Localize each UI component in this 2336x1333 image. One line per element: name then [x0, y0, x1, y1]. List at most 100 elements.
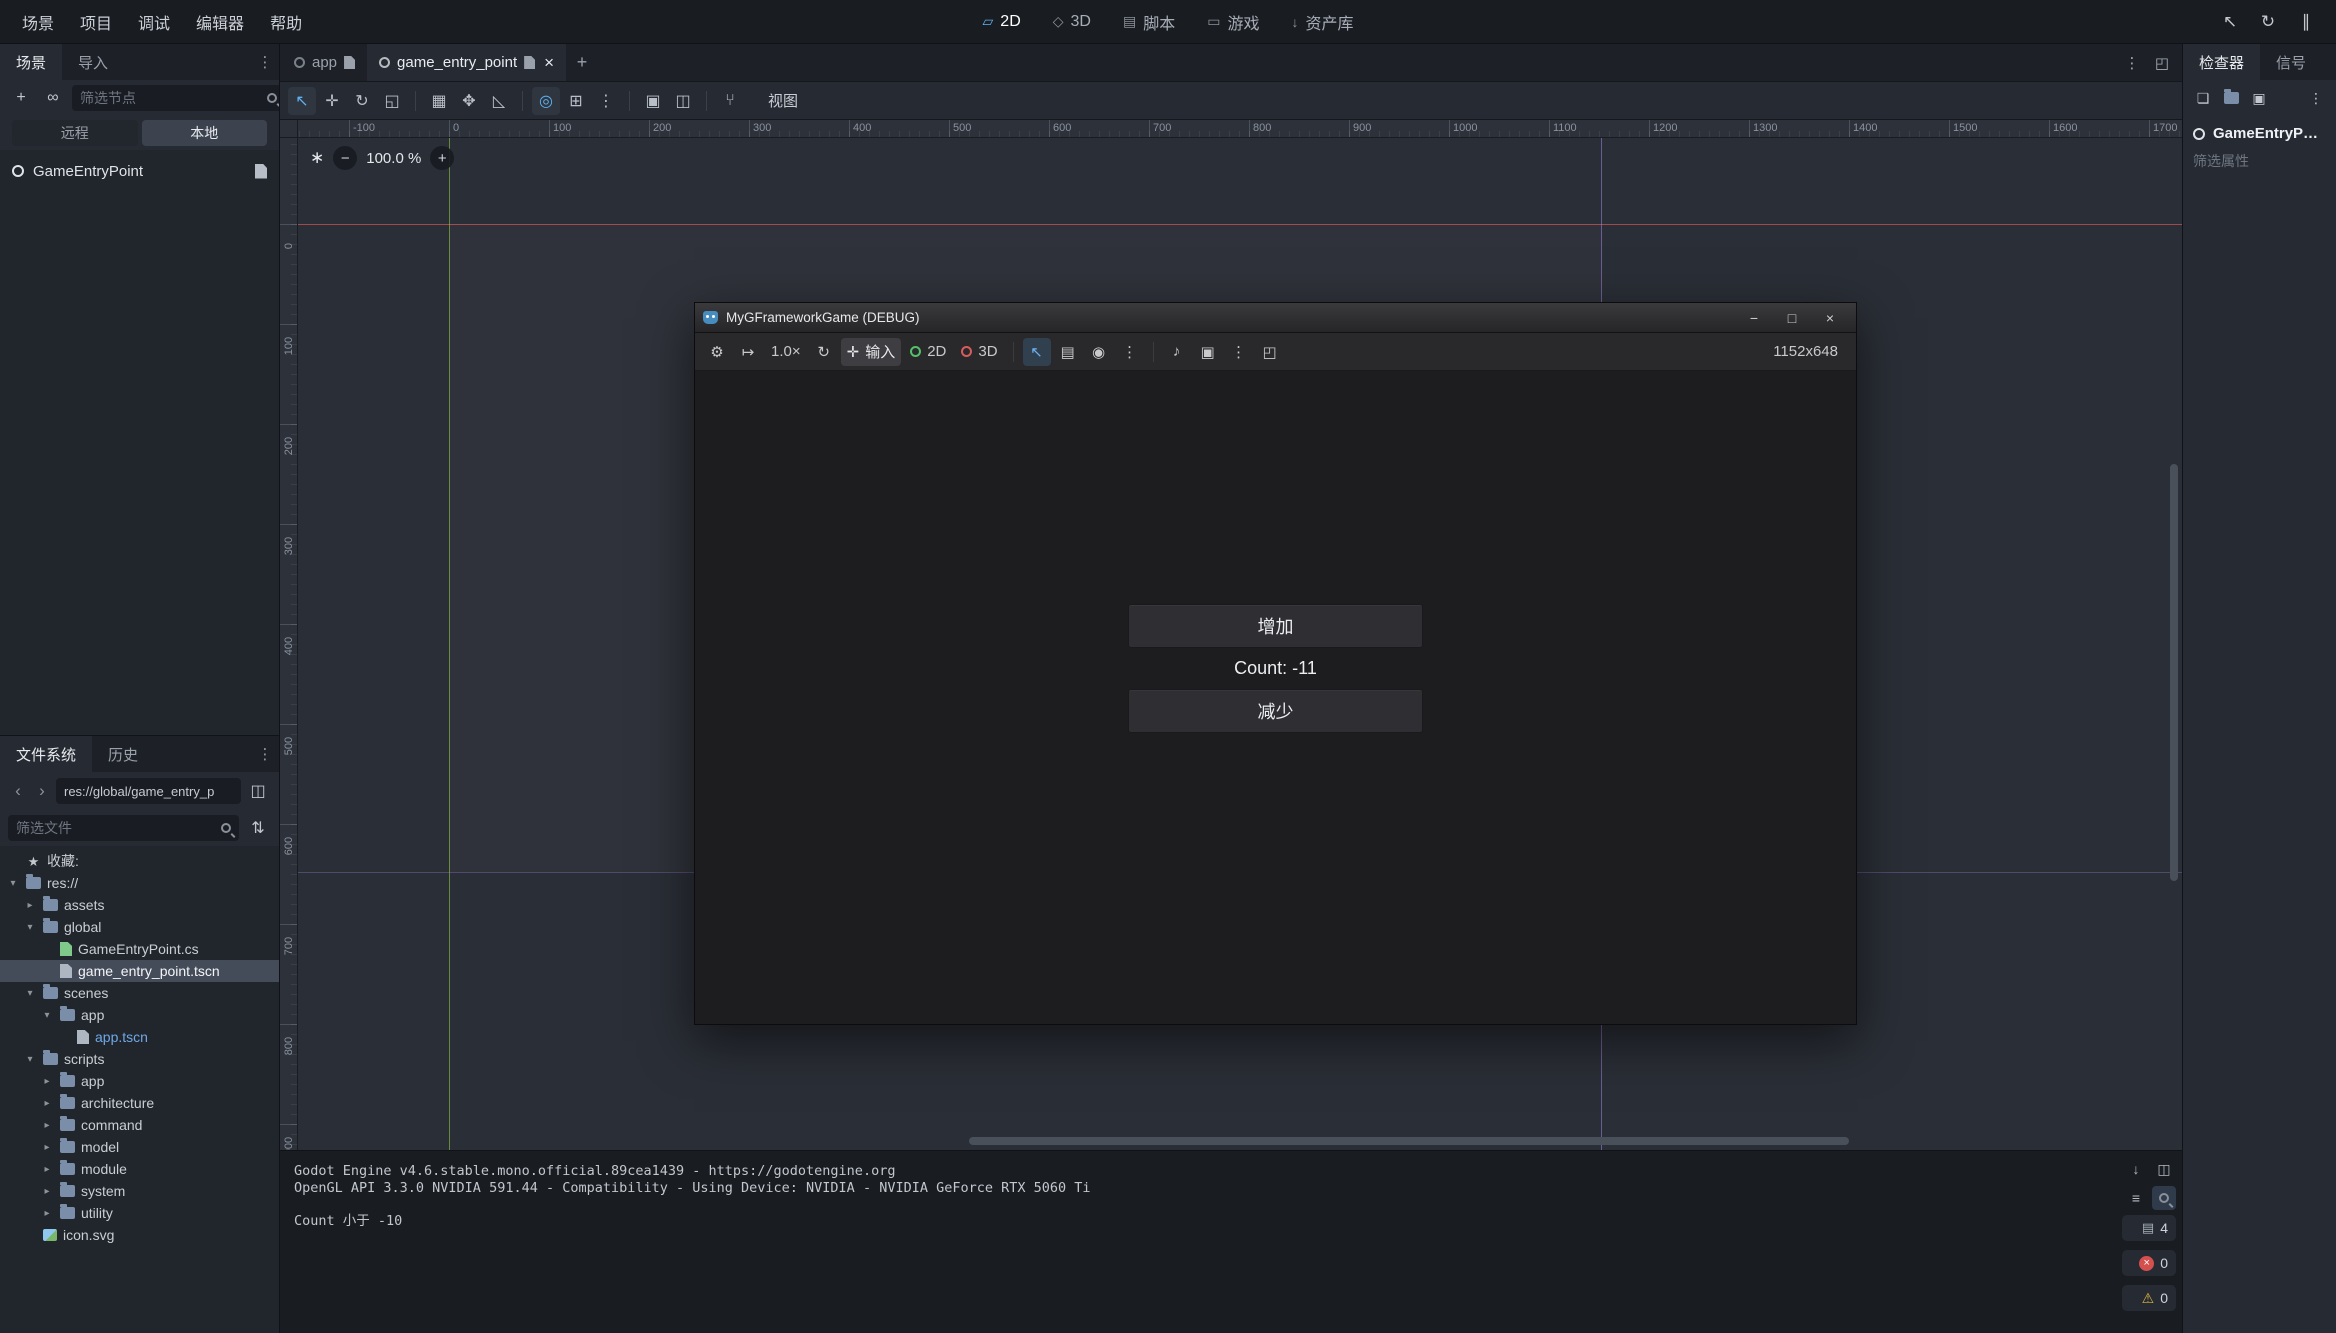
current-path-input[interactable] — [64, 784, 233, 799]
file-tree-item[interactable]: ▾ res:// — [0, 872, 279, 894]
fullscreen-button[interactable]: ◰ — [1256, 338, 1284, 366]
new-scene-tab-button[interactable]: + — [566, 44, 598, 81]
zoom-out-button[interactable]: − — [333, 146, 357, 170]
horizontal-scrollbar[interactable] — [969, 1137, 1849, 1145]
file-tree-item[interactable]: ▸ architecture — [0, 1092, 279, 1114]
expand-arrow-icon[interactable]: ▸ — [40, 1164, 54, 1175]
save-resource-button[interactable]: ▣ — [2247, 86, 2271, 110]
workspace-button[interactable]: ◇ 3D — [1041, 8, 1103, 36]
pan-tool[interactable]: ✥ — [455, 87, 483, 115]
remote-button[interactable]: 远程 — [12, 120, 138, 146]
output-badge[interactable]: 0 — [2122, 1250, 2176, 1276]
more-options-button[interactable]: ⋮ — [1225, 338, 1253, 366]
toolbar-button[interactable] — [629, 91, 630, 111]
sort-files-button[interactable]: ⇅ — [245, 815, 271, 841]
filter-files-field[interactable] — [8, 815, 239, 841]
input-toggle-button[interactable]: ✛ 输入 — [841, 338, 902, 366]
file-tree-item[interactable]: 收藏: — [0, 850, 279, 872]
workspace-button[interactable]: ▱ 2D — [971, 8, 1033, 36]
game-window[interactable]: MyGFrameworkGame (DEBUG) − □ × ⚙ ↦ 1.0× … — [694, 302, 1857, 1025]
toolbar-button[interactable] — [706, 91, 707, 111]
expand-arrow-icon[interactable]: ▸ — [40, 1142, 54, 1153]
back-button[interactable]: ‹ — [8, 778, 28, 804]
expand-arrow-icon[interactable]: ▸ — [23, 900, 37, 911]
scale-tool[interactable]: ◱ — [378, 87, 406, 115]
menu-item[interactable]: 编辑器 — [184, 5, 256, 39]
expand-arrow-icon[interactable]: ▾ — [23, 1054, 37, 1065]
current-path-field[interactable] — [56, 778, 241, 804]
file-tree-item[interactable]: ▾ scripts — [0, 1048, 279, 1070]
restart-scene-button[interactable]: ↻ — [2254, 8, 2282, 36]
dock-tab[interactable]: 导入 — [62, 44, 124, 80]
search-log-button[interactable] — [2152, 1186, 2176, 1210]
close-button[interactable]: × — [1812, 306, 1848, 330]
filter-files-input[interactable] — [16, 820, 215, 836]
minimize-button[interactable]: − — [1736, 306, 1772, 330]
expand-arrow-icon[interactable]: ▸ — [40, 1098, 54, 1109]
expand-arrow-icon[interactable]: ▸ — [40, 1120, 54, 1131]
toolbar-button[interactable] — [415, 91, 416, 111]
ruler-tool[interactable]: ◺ — [485, 87, 513, 115]
restart-game-button[interactable]: ↻ — [810, 338, 838, 366]
close-tab-icon[interactable]: × — [544, 53, 554, 73]
group-selection-button[interactable]: ◫ — [669, 87, 697, 115]
movie-mode-button[interactable]: ▣ — [1194, 338, 1222, 366]
add-node-button[interactable]: + — [8, 85, 34, 111]
select-tool[interactable]: ↖ — [288, 87, 316, 115]
debug-pick-button[interactable]: ↖ — [2216, 8, 2244, 36]
snap-options-menu[interactable]: ⋮ — [592, 87, 620, 115]
expand-arrow-icon[interactable]: ▾ — [6, 878, 20, 889]
copy-log-button[interactable]: ◫ — [2152, 1157, 2176, 1181]
debug-options-button[interactable]: ⚙ — [703, 338, 731, 366]
filter-nodes-input[interactable] — [80, 90, 261, 106]
file-tree-item[interactable]: ▸ utility — [0, 1202, 279, 1224]
list-select-tool[interactable]: ▦ — [425, 87, 453, 115]
workspace-button[interactable]: ▭ 游戏 — [1195, 5, 1271, 39]
dock-tab[interactable]: 检查器 — [2183, 44, 2260, 80]
local-button[interactable]: 本地 — [142, 120, 268, 146]
file-tree-item[interactable]: ▾ scenes — [0, 982, 279, 1004]
file-tree-item[interactable]: app.tscn — [0, 1026, 279, 1048]
file-tree-item[interactable]: ▸ assets — [0, 894, 279, 916]
dock-tab[interactable]: 文件系统 — [0, 736, 92, 772]
dock-tab[interactable]: 历史 — [92, 736, 154, 772]
expand-arrow-icon[interactable]: ▾ — [23, 922, 37, 933]
filesystem-dock-menu-button[interactable]: ⋮ — [251, 736, 279, 772]
dock-tab[interactable]: 场景 — [0, 44, 62, 80]
mode-3d-button[interactable]: 3D — [955, 338, 1003, 366]
expand-arrow-icon[interactable]: ▸ — [40, 1186, 54, 1197]
zoom-in-button[interactable]: + — [430, 146, 454, 170]
expand-arrow-icon[interactable]: ▾ — [40, 1010, 54, 1021]
workspace-button[interactable]: ↓ 资产库 — [1279, 5, 1365, 39]
game-window-titlebar[interactable]: MyGFrameworkGame (DEBUG) − □ × — [695, 303, 1856, 333]
filter-properties-field[interactable] — [2183, 146, 2336, 176]
select-mode-button[interactable]: ↖ — [1023, 338, 1051, 366]
file-tree-item[interactable]: ▸ model — [0, 1136, 279, 1158]
move-tool[interactable]: ✛ — [318, 87, 346, 115]
center-view-icon[interactable]: ∗ — [310, 148, 324, 168]
file-tree-item[interactable]: game_entry_point.tscn — [0, 960, 279, 982]
grid-snap-toggle[interactable]: ⊞ — [562, 87, 590, 115]
output-badge[interactable]: 4 — [2122, 1215, 2176, 1241]
increase-button[interactable]: 增加 — [1128, 604, 1423, 648]
split-view-button[interactable]: ◫ — [245, 778, 271, 804]
file-tree-item[interactable]: ▸ command — [0, 1114, 279, 1136]
attached-script-icon[interactable] — [255, 164, 267, 179]
instance-scene-button[interactable]: ∞ — [40, 85, 66, 111]
dock-tab[interactable]: 信号 — [2260, 44, 2322, 80]
lock-selection-button[interactable]: ▣ — [639, 87, 667, 115]
mute-audio-button[interactable]: ♪ — [1163, 338, 1191, 366]
menu-item[interactable]: 项目 — [68, 5, 124, 39]
forward-button[interactable]: › — [32, 778, 52, 804]
inspector-menu-button[interactable]: ⋮ — [2304, 86, 2328, 110]
file-tree-item[interactable]: ▾ global — [0, 916, 279, 938]
rotate-tool[interactable]: ↻ — [348, 87, 376, 115]
maximize-button[interactable]: □ — [1774, 306, 1810, 330]
toolbar-button[interactable] — [522, 91, 523, 111]
mode-2d-button[interactable]: 2D — [904, 338, 952, 366]
filter-nodes-field[interactable] — [72, 85, 280, 111]
scene-tab[interactable]: game_entry_point × — [367, 44, 566, 81]
output-badge[interactable]: 0 — [2122, 1285, 2176, 1311]
menu-item[interactable]: 帮助 — [258, 5, 314, 39]
clear-log-button[interactable]: ≡ — [2124, 1186, 2148, 1210]
